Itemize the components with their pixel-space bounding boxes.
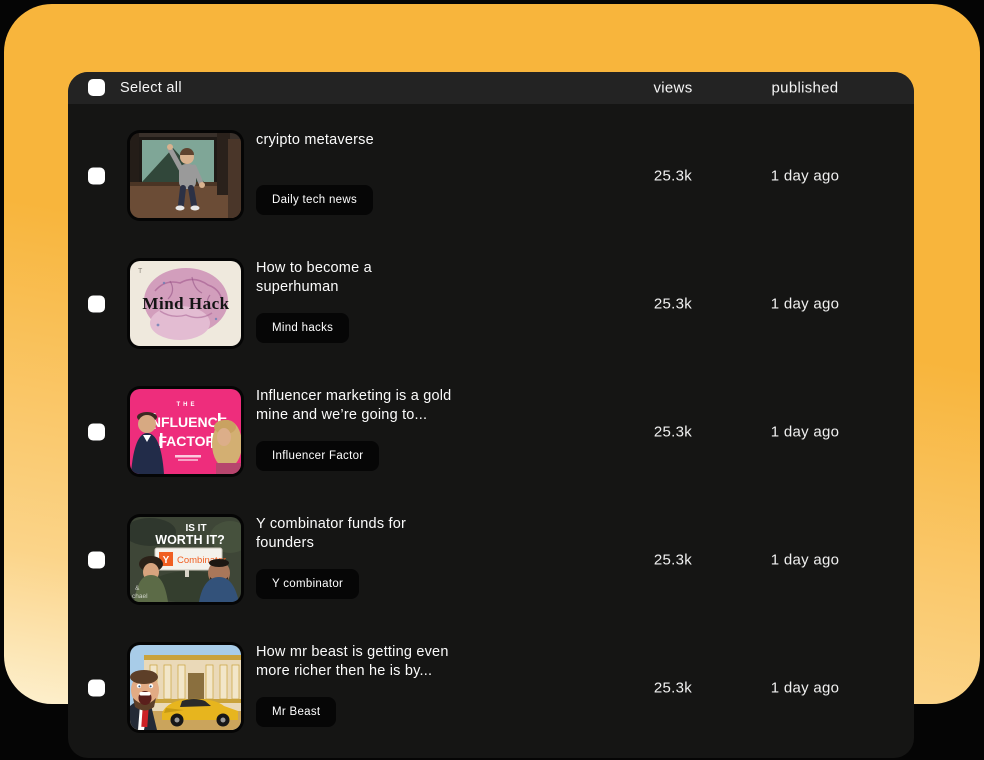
channel-tag-button[interactable]: Y combinator [256,569,359,599]
svg-text:&: & [135,585,140,592]
influence-factor-cover-illustration: THE INFLUENCE FACTOR [130,389,241,474]
views-column-header: views [608,80,738,97]
video-title-line: founders [256,534,518,553]
row-checkbox[interactable] [88,296,105,313]
select-all-checkbox[interactable] [88,79,105,96]
views-value: 25.3k [608,552,738,569]
table-row: cryipto metaverse Daily tech news 25.3k … [68,112,914,240]
svg-text:THE: THE [177,402,198,408]
guest-silhouette [212,420,241,474]
published-value: 1 day ago [740,424,870,441]
video-title: How mr beast is getting even more richer… [256,643,518,697]
row-checkbox[interactable] [88,168,105,185]
metaverse-avatar-illustration [130,133,241,218]
channel-tag-button[interactable]: Daily tech news [256,185,373,215]
video-title-line: more richer then he is by... [256,662,518,681]
views-value: 25.3k [608,680,738,697]
thumbnail-corner-mark: T [138,268,143,275]
row-checkbox[interactable] [88,680,105,697]
video-title-line: Y combinator funds for [256,515,518,534]
mr-beast-face [130,670,159,730]
published-value: 1 day ago [740,296,870,313]
page: { "page": { "background_color": "#050505… [0,0,984,760]
published-column-header: published [740,80,870,97]
svg-text:chael: chael [132,593,148,600]
views-value: 25.3k [608,424,738,441]
video-title-line: Influencer marketing is a gold [256,387,518,406]
video-title: Y combinator funds for founders [256,515,518,569]
video-title-line: superhuman [256,278,518,297]
mr-beast-palace-illustration [130,645,241,730]
video-thumbnail-influence-factor[interactable]: THE INFLUENCE FACTOR [130,389,241,474]
row-checkbox[interactable] [88,552,105,569]
select-all-label: Select all [120,80,182,96]
table-row: IS IT WORTH IT? Y Combinator [68,496,914,624]
video-title-line: How to become a [256,259,518,278]
video-title: How to become a superhuman [256,259,518,313]
mind-hack-brain-illustration: T Mind Hack [130,261,241,346]
video-meta: Influencer marketing is a gold mine and … [256,387,518,471]
y-combinator-sign-illustration: IS IT WORTH IT? Y Combinator [130,517,241,602]
video-meta: cryipto metaverse Daily tech news [256,131,518,215]
channel-tag-button[interactable]: Mind hacks [256,313,349,343]
video-meta: How to become a superhuman Mind hacks [256,259,518,343]
video-thumbnail-mr-beast[interactable] [130,645,241,730]
table-header: Select all views published [68,72,914,104]
video-thumbnail-y-combinator[interactable]: IS IT WORTH IT? Y Combinator [130,517,241,602]
video-thumbnail-metaverse[interactable] [130,133,241,218]
published-value: 1 day ago [740,552,870,569]
views-value: 25.3k [608,168,738,185]
video-thumbnail-mind-hack[interactable]: T Mind Hack [130,261,241,346]
video-title-line: How mr beast is getting even [256,643,518,662]
video-meta: How mr beast is getting even more richer… [256,643,518,727]
video-table-panel: Select all views published [68,72,914,758]
svg-text:WORTH IT?: WORTH IT? [155,533,224,547]
published-value: 1 day ago [740,168,870,185]
video-title: cryipto metaverse [256,131,518,185]
video-title: Influencer marketing is a gold mine and … [256,387,518,441]
table-body: cryipto metaverse Daily tech news 25.3k … [68,104,914,752]
views-value: 25.3k [608,296,738,313]
table-row: T Mind Hack How to become a superhuman M… [68,240,914,368]
thumbnail-text: Mind Hack [142,294,229,313]
svg-text:Y: Y [163,555,170,566]
svg-text:FACTOR: FACTOR [158,433,215,449]
video-title-line: cryipto metaverse [256,131,518,150]
table-row: THE INFLUENCE FACTOR [68,368,914,496]
video-title-line: mine and we’re going to... [256,406,518,425]
row-checkbox[interactable] [88,424,105,441]
channel-tag-button[interactable]: Influencer Factor [256,441,379,471]
published-value: 1 day ago [740,680,870,697]
table-row: How mr beast is getting even more richer… [68,624,914,752]
video-meta: Y combinator funds for founders Y combin… [256,515,518,599]
channel-tag-button[interactable]: Mr Beast [256,697,336,727]
